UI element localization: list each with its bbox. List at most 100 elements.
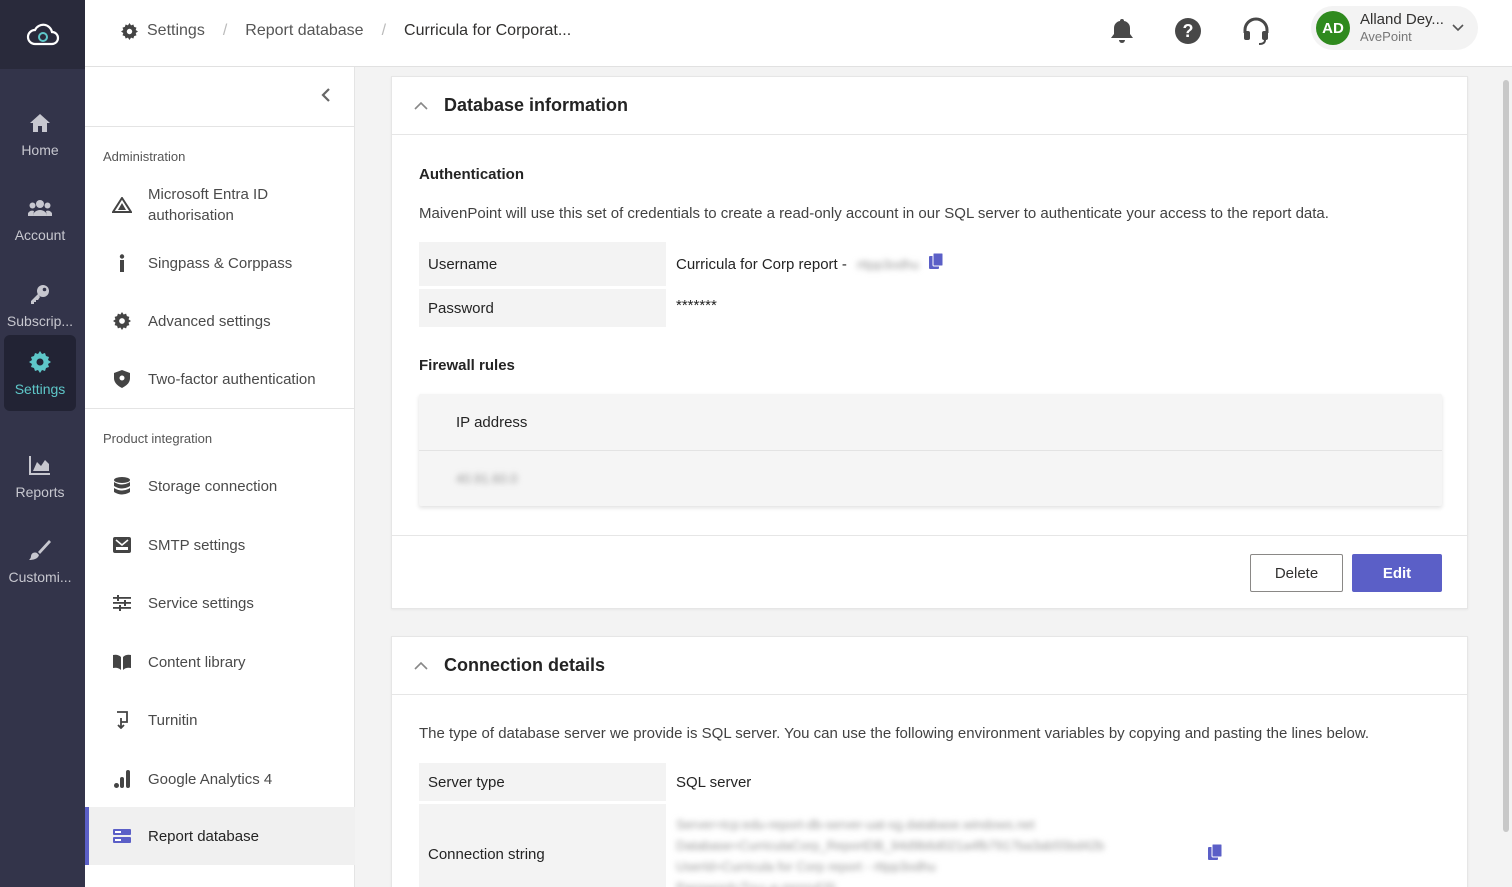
nav-item-label: Service settings	[148, 594, 254, 612]
username-label: Username	[419, 242, 666, 286]
edit-button[interactable]: Edit	[1352, 554, 1442, 592]
card-header: Connection details	[392, 637, 1467, 695]
rail-item-label: Account	[14, 227, 66, 243]
breadcrumb: Settings / Report database / Curricula f…	[121, 0, 571, 62]
analytics-icon	[109, 770, 135, 788]
chevron-down-icon	[1452, 24, 1464, 32]
nav-item-entra-id[interactable]: Microsoft Entra ID authorisation	[85, 179, 355, 231]
mail-tray-icon	[109, 536, 135, 554]
nav-item-google-analytics[interactable]: Google Analytics 4	[85, 755, 355, 803]
rail-item-label: Home	[21, 142, 59, 158]
rail-item-label: Subscrip...	[6, 313, 74, 329]
user-org: AvePoint	[1360, 29, 1412, 45]
collapse-chevron-left-icon[interactable]	[320, 87, 332, 108]
nav-item-label: Content library	[148, 653, 246, 671]
breadcrumb-separator: /	[381, 22, 387, 39]
password-label: Password	[419, 289, 666, 327]
database-information-card: Database information Authentication Maiv…	[391, 76, 1468, 609]
chevron-up-icon[interactable]	[414, 661, 428, 670]
gear-icon	[29, 349, 51, 375]
rail-item-subscription[interactable]: Subscrip...	[4, 267, 76, 343]
authentication-heading: Authentication	[419, 166, 524, 183]
card-title: Database information	[444, 95, 629, 115]
rail-item-account[interactable]: Account	[4, 181, 76, 257]
breadcrumb-settings[interactable]: Settings	[147, 22, 205, 40]
divider	[85, 408, 355, 409]
nav-item-label: SMTP settings	[148, 536, 246, 554]
nav-item-label: Storage connection	[148, 477, 278, 495]
copy-icon[interactable]	[1208, 844, 1222, 860]
nav-item-label: Turnitin	[148, 711, 198, 729]
divider	[392, 535, 1467, 536]
nav-item-label: Microsoft Entra ID authorisation	[148, 186, 269, 224]
nav-item-report-database[interactable]: Report database	[85, 807, 355, 865]
authentication-description: MaivenPoint will use this set of credent…	[419, 205, 1329, 222]
shield-icon	[109, 370, 135, 388]
delete-button[interactable]: Delete	[1250, 554, 1343, 592]
headset-support-icon[interactable]	[1239, 14, 1273, 48]
notifications-bell-icon[interactable]	[1105, 14, 1139, 48]
people-icon	[28, 195, 52, 221]
svg-text:?: ?	[1183, 21, 1194, 41]
nav-item-two-factor[interactable]: Two-factor authentication	[85, 355, 355, 403]
connection-string-line: Database=CurriculaCorp_ReportDB_94d9b6d0…	[676, 838, 1105, 853]
brush-icon	[29, 537, 51, 563]
avatar: AD	[1316, 11, 1350, 45]
card-title: Connection details	[444, 655, 606, 675]
entra-icon	[109, 197, 135, 213]
home-icon	[29, 110, 51, 136]
nav-item-content-library[interactable]: Content library	[85, 638, 355, 686]
user-menu[interactable]: AD Alland Dey... AvePoint	[1311, 6, 1478, 50]
rail-item-reports[interactable]: Reports	[4, 438, 76, 514]
turnitin-icon	[109, 711, 135, 729]
connection-string-label: Connection string	[419, 804, 666, 887]
nav-item-label: Advanced settings	[148, 312, 271, 330]
connection-string-line: Password=Trx+-e-mrrrrvfJS	[676, 877, 1236, 887]
book-icon	[109, 654, 135, 670]
breadcrumb-report-database[interactable]: Report database	[245, 22, 363, 40]
breadcrumb-current: Curricula for Corporat...	[404, 22, 572, 39]
username-suffix-redacted: rttpp3odhu	[856, 256, 920, 272]
firewall-rules-heading: Firewall rules	[419, 357, 515, 374]
card-header: Database information	[392, 77, 1467, 135]
table-row: 40.91.60.0	[419, 451, 1442, 506]
rail-item-home[interactable]: Home	[4, 96, 76, 172]
nav-item-service-settings[interactable]: Service settings	[85, 579, 355, 627]
connection-string-value: Server=tcp:edu-report-db-server-uat-sg.d…	[676, 814, 1236, 887]
nav-item-turnitin[interactable]: Turnitin	[85, 696, 355, 744]
breadcrumb-gear-icon	[121, 22, 138, 40]
scrollbar[interactable]	[1503, 80, 1509, 832]
help-icon[interactable]: ?	[1171, 14, 1205, 48]
rail-item-label: Reports	[15, 484, 65, 500]
nav-item-storage-connection[interactable]: Storage connection	[85, 462, 355, 510]
sliders-icon	[109, 595, 135, 611]
rail-item-label: Customi...	[8, 569, 72, 585]
connection-string-line: UserId=Curricula for Corp report - rttpp…	[676, 859, 936, 874]
nav-item-label: Singpass & Corppass	[148, 254, 293, 272]
app-logo[interactable]	[0, 0, 85, 69]
username-value: Curricula for Corp report - rttpp3odhu	[676, 242, 944, 286]
copy-icon[interactable]	[929, 253, 944, 269]
password-value: *******	[676, 296, 717, 314]
nav-item-singpass[interactable]: Singpass & Corppass	[85, 239, 355, 287]
nav-item-label: Report database	[148, 827, 259, 845]
chart-icon	[29, 452, 51, 478]
app-rail: Home Account Subscrip... Settings Report…	[0, 0, 85, 887]
cloud-logo-icon	[26, 23, 59, 45]
nav-section-product-integration: Product integration	[103, 431, 213, 446]
connection-details-card: Connection details The type of database …	[391, 636, 1468, 887]
divider	[85, 126, 355, 127]
ip-address-redacted: 40.91.60.0	[456, 471, 518, 486]
rail-item-label: Settings	[14, 381, 66, 397]
nav-item-smtp-settings[interactable]: SMTP settings	[85, 521, 355, 569]
nav-item-advanced-settings[interactable]: Advanced settings	[85, 297, 355, 345]
top-bar: Settings / Report database / Curricula f…	[85, 0, 1512, 67]
connection-description: The type of database server we provide i…	[419, 725, 1370, 742]
chevron-up-icon[interactable]	[414, 101, 428, 110]
key-icon	[29, 281, 51, 307]
nav-item-label: Two-factor authentication	[148, 370, 316, 388]
server-icon	[109, 828, 135, 844]
rail-item-settings[interactable]: Settings	[4, 335, 76, 411]
breadcrumb-separator: /	[222, 22, 228, 39]
rail-item-customize[interactable]: Customi...	[4, 523, 76, 599]
